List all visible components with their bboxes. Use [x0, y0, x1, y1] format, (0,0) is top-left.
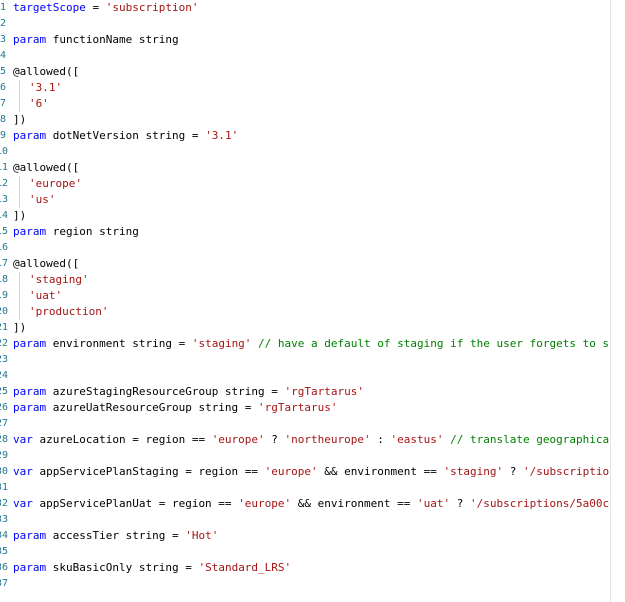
line-number: 23 — [0, 354, 9, 365]
indent-guide — [19, 304, 20, 320]
line-number: 28 — [0, 434, 9, 445]
line-number: 17 — [0, 258, 9, 269]
line-number: 31 — [0, 482, 9, 493]
code-line: 8]) — [0, 112, 611, 128]
decorator: @allowed([ — [13, 65, 80, 78]
code-line: 12'europe' — [0, 176, 611, 192]
code-line: 31 — [0, 480, 611, 496]
indent-guide — [19, 96, 20, 112]
code-line: 17@allowed([ — [0, 256, 611, 272]
line-number: 11 — [0, 162, 9, 173]
line-number: 1 — [0, 2, 6, 13]
line-number: 6 — [0, 82, 6, 93]
line-number: 27 — [0, 418, 9, 429]
code-line: 4 — [0, 48, 611, 64]
code-line: 26param azureUatResourceGroup string = '… — [0, 400, 611, 416]
line-number: 20 — [0, 306, 9, 317]
code-lines[interactable]: 1 targetScope = 'subscription' 2 3 param f… — [0, 0, 625, 592]
code-line: 21]) — [0, 320, 611, 336]
code-line: 5 @allowed([ — [0, 64, 611, 80]
code-line: 29 — [0, 448, 611, 464]
code-line: 35 — [0, 544, 611, 560]
code-line: 27 — [0, 416, 611, 432]
line-number: 12 — [0, 178, 9, 189]
code-line: 7'6' — [0, 96, 611, 112]
code-line: 10 — [0, 144, 611, 160]
comment: // have a default of staging if the user… — [251, 337, 625, 350]
code-line: 2 — [0, 16, 611, 32]
line-number: 18 — [0, 274, 9, 285]
line-number: 10 — [0, 146, 9, 157]
code-line: 23 — [0, 352, 611, 368]
line-number: 7 — [0, 98, 6, 109]
line-number: 25 — [0, 386, 9, 397]
line-number: 24 — [0, 370, 9, 381]
line-number: 5 — [0, 66, 6, 77]
code-line: 6'3.1' — [0, 80, 611, 96]
code-line: 33 — [0, 512, 611, 528]
line-number: 32 — [0, 498, 9, 509]
code-line: 24 — [0, 368, 611, 384]
code-line: 30var appServicePlanStaging = region == … — [0, 464, 625, 480]
code-line: 3 param functionName string — [0, 32, 611, 48]
code-line: 19'uat' — [0, 288, 611, 304]
code-line: 37 — [0, 576, 611, 592]
code-editor[interactable]: 1 targetScope = 'subscription' 2 3 param f… — [0, 0, 625, 602]
line-number: 34 — [0, 530, 9, 541]
line-number: 21 — [0, 322, 9, 333]
code-line: 16 — [0, 240, 611, 256]
line-number: 9 — [0, 130, 6, 141]
code-line: 11@allowed([ — [0, 160, 611, 176]
code-line: 13'us' — [0, 192, 611, 208]
line-number: 8 — [0, 114, 6, 125]
line-number: 3 — [0, 34, 6, 45]
line-number: 36 — [0, 562, 9, 573]
code-line: 15param region string — [0, 224, 611, 240]
code-line: 20'production' — [0, 304, 611, 320]
line-number: 2 — [0, 18, 6, 29]
indent-guide — [19, 288, 20, 304]
code-line: 22param environment string = 'staging' /… — [0, 336, 625, 352]
line-number: 14 — [0, 210, 9, 221]
indent-guide — [19, 192, 20, 208]
code-line: 14]) — [0, 208, 611, 224]
indent-guide — [19, 80, 20, 96]
string-literal: 'subscription' — [105, 1, 199, 14]
vertical-scrollbar[interactable] — [610, 0, 625, 602]
line-number: 33 — [0, 514, 9, 525]
line-number: 19 — [0, 290, 9, 301]
code-line: 25param azureStagingResourceGroup string… — [0, 384, 611, 400]
line-number: 26 — [0, 402, 9, 413]
code-line: 34param accessTier string = 'Hot' — [0, 528, 611, 544]
line-number: 29 — [0, 450, 9, 461]
code-line: 36param skuBasicOnly string = 'Standard_… — [0, 560, 611, 576]
line-number: 30 — [0, 466, 9, 477]
line-number: 37 — [0, 578, 9, 589]
line-number: 22 — [0, 338, 9, 349]
code-line: 28var azureLocation = region == 'europe'… — [0, 432, 625, 448]
indent-guide — [19, 272, 20, 288]
line-number: 35 — [0, 546, 9, 557]
code-line: 1 targetScope = 'subscription' — [0, 0, 611, 16]
line-number: 4 — [0, 50, 6, 61]
line-number: 15 — [0, 226, 9, 237]
keyword: targetScope — [13, 1, 86, 14]
code-line: 32var appServicePlanUat = region == 'eur… — [0, 496, 625, 512]
indent-guide — [19, 176, 20, 192]
code-line: 9 param dotNetVersion string = '3.1' — [0, 128, 611, 144]
line-number: 13 — [0, 194, 9, 205]
code-line: 18'staging' — [0, 272, 611, 288]
line-number: 16 — [0, 242, 9, 253]
